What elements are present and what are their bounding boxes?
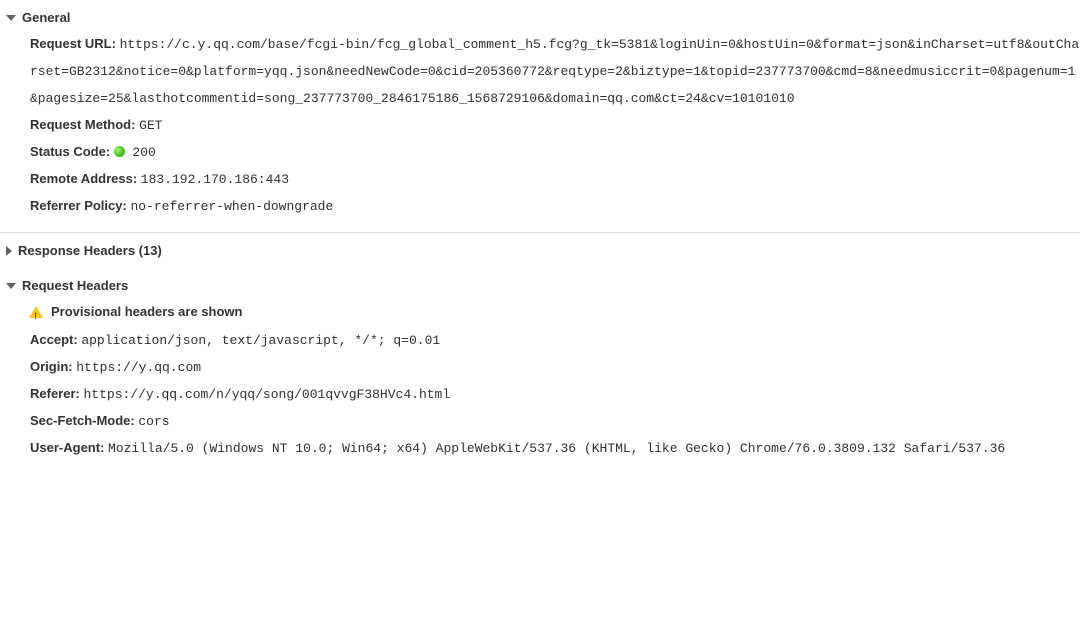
general-title: General bbox=[22, 10, 70, 25]
request-headers-body: Provisional headers are shown Accept: ap… bbox=[0, 297, 1080, 464]
referrer-policy-value: no-referrer-when-downgrade bbox=[130, 199, 333, 214]
response-headers-count: (13) bbox=[139, 243, 162, 258]
referer-value: https://y.qq.com/n/yqq/song/001qvvgF38HV… bbox=[83, 387, 450, 402]
response-headers-title: Response Headers bbox=[18, 243, 135, 258]
request-url-label: Request URL: bbox=[30, 36, 116, 51]
remote-address-row: Remote Address: 183.192.170.186:443 bbox=[30, 166, 1080, 193]
referer-label: Referer: bbox=[30, 386, 80, 401]
sec-fetch-mode-value: cors bbox=[138, 414, 169, 429]
accept-row: Accept: application/json, text/javascrip… bbox=[30, 327, 1080, 354]
request-headers-section: Request Headers Provisional headers are … bbox=[0, 268, 1080, 470]
status-code-value: 200 bbox=[132, 145, 155, 160]
referer-row: Referer: https://y.qq.com/n/yqq/song/001… bbox=[30, 381, 1080, 408]
referrer-policy-label: Referrer Policy: bbox=[30, 198, 127, 213]
general-body: Request URL: https://c.y.qq.com/base/fcg… bbox=[0, 29, 1080, 222]
accept-value: application/json, text/javascript, */*; … bbox=[81, 333, 440, 348]
request-method-label: Request Method: bbox=[30, 117, 135, 132]
remote-address-label: Remote Address: bbox=[30, 171, 137, 186]
user-agent-row: User-Agent: Mozilla/5.0 (Windows NT 10.0… bbox=[30, 435, 1080, 462]
chevron-down-icon bbox=[6, 15, 16, 21]
general-header[interactable]: General bbox=[0, 6, 1080, 29]
response-headers-header[interactable]: Response Headers (13) bbox=[0, 239, 1080, 262]
request-url-row: Request URL: https://c.y.qq.com/base/fcg… bbox=[30, 31, 1080, 112]
request-url-value: https://c.y.qq.com/base/fcgi-bin/fcg_glo… bbox=[30, 37, 1079, 106]
status-code-row: Status Code: 200 bbox=[30, 139, 1080, 166]
response-headers-section: Response Headers (13) bbox=[0, 233, 1080, 268]
request-headers-title: Request Headers bbox=[22, 278, 128, 293]
warning-icon bbox=[29, 306, 43, 318]
chevron-right-icon bbox=[6, 246, 12, 256]
origin-row: Origin: https://y.qq.com bbox=[30, 354, 1080, 381]
status-ok-icon bbox=[114, 146, 125, 157]
origin-label: Origin: bbox=[30, 359, 73, 374]
general-section: General Request URL: https://c.y.qq.com/… bbox=[0, 0, 1080, 228]
sec-fetch-mode-row: Sec-Fetch-Mode: cors bbox=[30, 408, 1080, 435]
provisional-warning-row: Provisional headers are shown bbox=[30, 299, 1080, 325]
remote-address-value: 183.192.170.186:443 bbox=[141, 172, 289, 187]
accept-label: Accept: bbox=[30, 332, 78, 347]
request-method-row: Request Method: GET bbox=[30, 112, 1080, 139]
status-code-label: Status Code: bbox=[30, 144, 110, 159]
sec-fetch-mode-label: Sec-Fetch-Mode: bbox=[30, 413, 135, 428]
user-agent-label: User-Agent: bbox=[30, 440, 104, 455]
chevron-down-icon bbox=[6, 283, 16, 289]
request-headers-header[interactable]: Request Headers bbox=[0, 274, 1080, 297]
referrer-policy-row: Referrer Policy: no-referrer-when-downgr… bbox=[30, 193, 1080, 220]
provisional-warning-text: Provisional headers are shown bbox=[51, 299, 242, 325]
request-method-value: GET bbox=[139, 118, 162, 133]
user-agent-value: Mozilla/5.0 (Windows NT 10.0; Win64; x64… bbox=[108, 441, 1005, 456]
origin-value: https://y.qq.com bbox=[76, 360, 201, 375]
